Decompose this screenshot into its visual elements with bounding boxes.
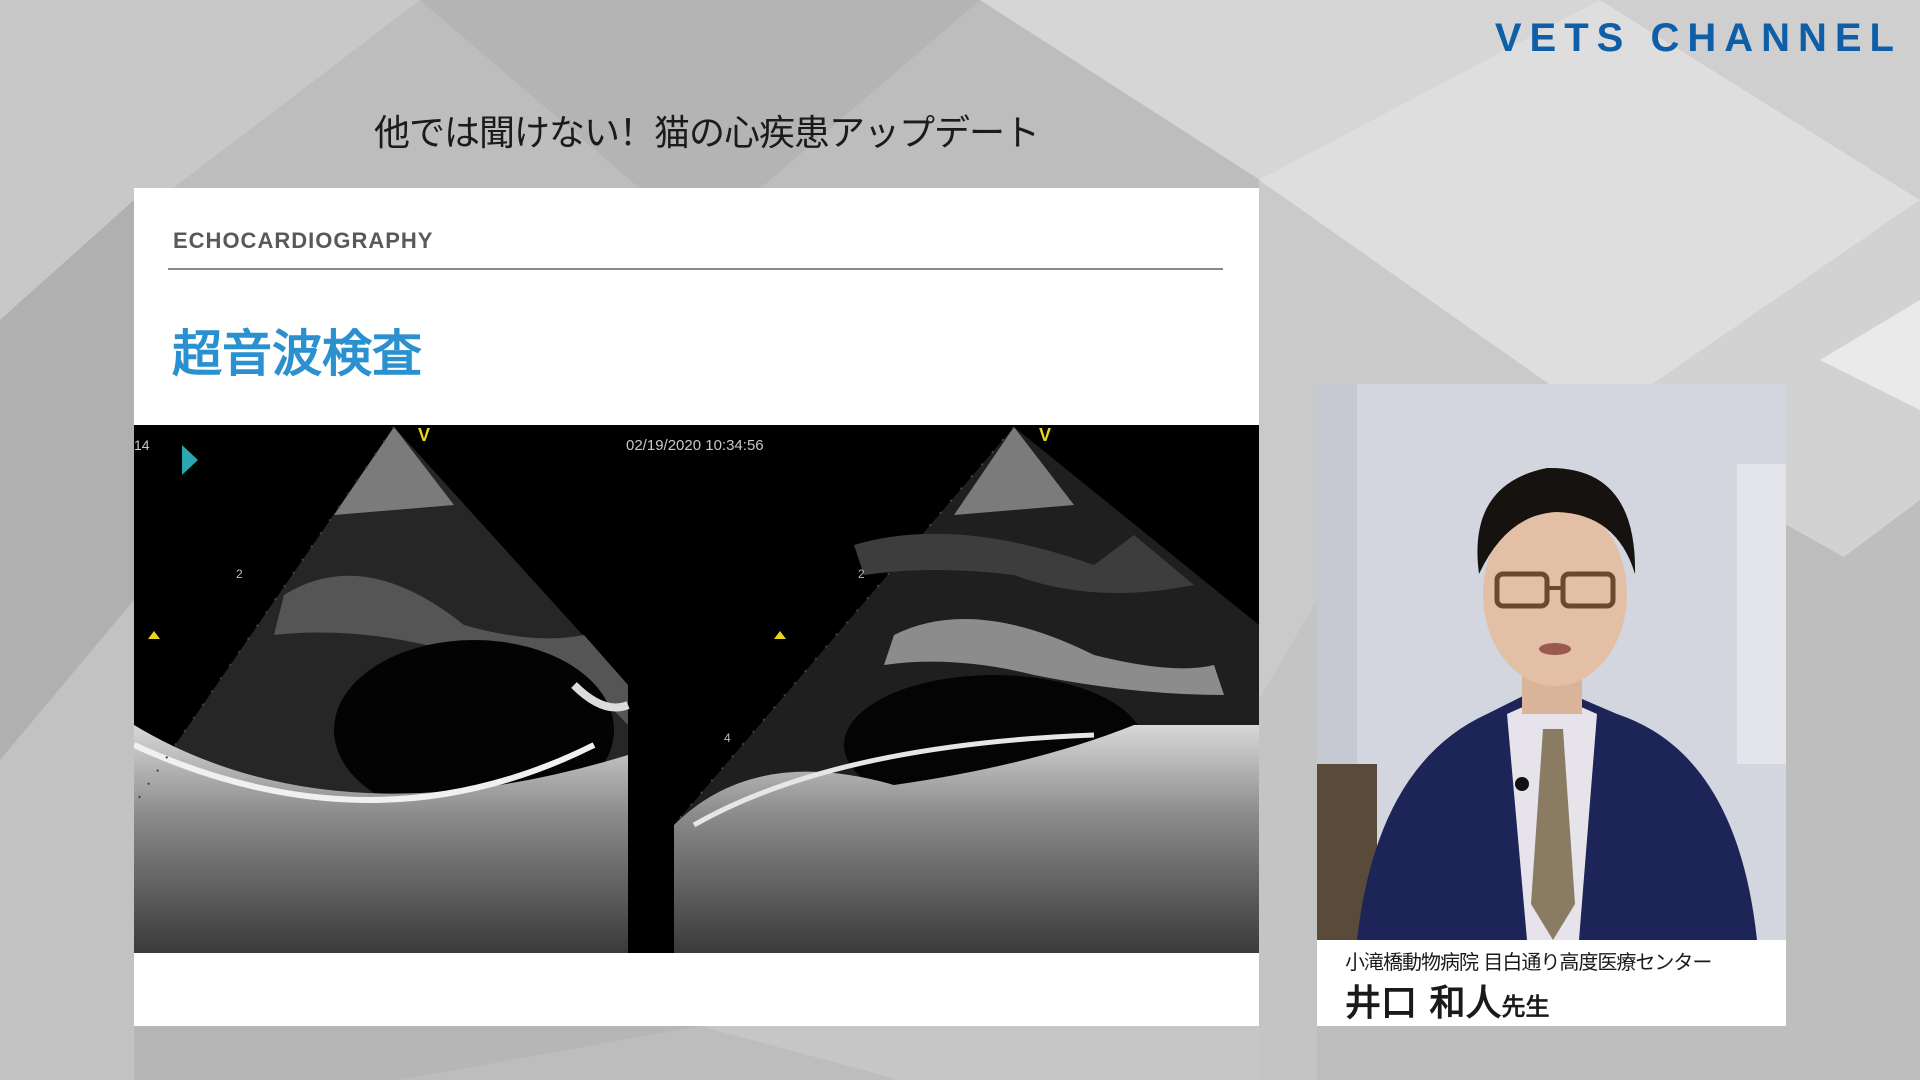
slide-kicker: ECHOCARDIOGRAPHY — [173, 228, 434, 253]
play-triangle-icon — [182, 445, 198, 475]
echo-sector-left — [134, 426, 630, 953]
echo-sector-right — [673, 426, 1259, 953]
course-title: 他では聞けない！猫の心疾患アップデート — [374, 113, 1040, 154]
echocardiogram-image: 14 02/19/2020 10:34:56 V V 2 2 4 — [134, 425, 1259, 953]
focus-marker-icon — [774, 631, 786, 639]
depth-label: 2 — [236, 567, 243, 581]
speaker-affiliation: 小滝橋動物病院 目白通り高度医療センター — [1345, 950, 1712, 974]
probe-marker-right: V — [1039, 425, 1052, 445]
vets-channel-logo: VETS CHANNEL — [1494, 16, 1902, 60]
depth-label: 2 — [858, 567, 865, 581]
depth-label: 4 — [724, 731, 731, 745]
speaker-caption: 小滝橋動物病院 目白通り高度医療センター 井口 和人先生 — [1317, 940, 1786, 1026]
speaker-honorific: 先生 — [1501, 993, 1550, 1021]
echo-timestamp: 02/19/2020 10:34:56 — [626, 437, 764, 454]
focus-marker-icon — [148, 631, 160, 639]
speaker-name: 井口 和人先生 — [1345, 974, 1550, 1026]
probe-marker-left: V — [418, 425, 431, 445]
speaker-video: 小滝橋動物病院 目白通り高度医療センター 井口 和人先生 — [1317, 384, 1786, 1026]
lecture-slide: ECHOCARDIOGRAPHY 超音波検査 14 02/19/2020 10:… — [134, 188, 1259, 1026]
speaker-photo — [1317, 384, 1786, 940]
slide-divider — [168, 268, 1223, 270]
speaker-name-text: 井口 和人 — [1345, 983, 1502, 1024]
slide-heading: 超音波検査 — [172, 325, 422, 383]
echo-frame-number: 14 — [134, 437, 150, 453]
